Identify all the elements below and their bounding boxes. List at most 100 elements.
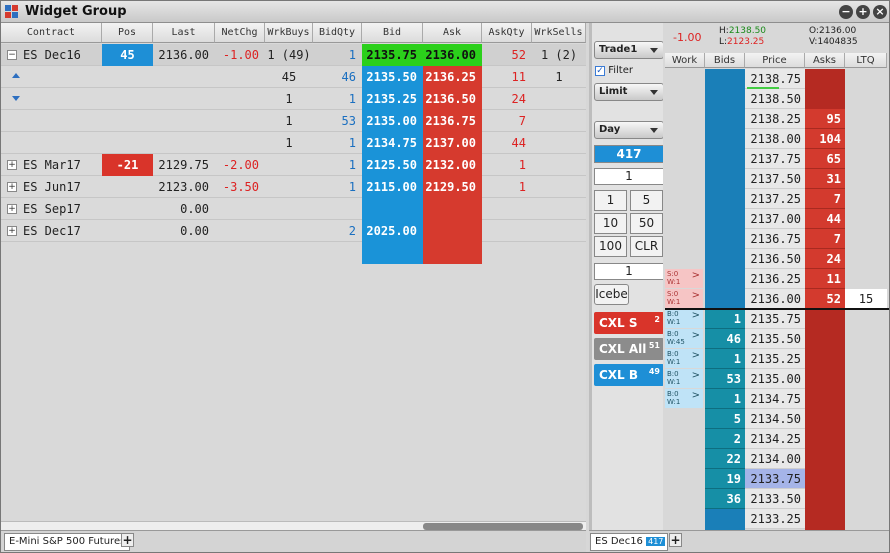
cell-ask[interactable]: 2132.00 [423,154,482,176]
maximize-icon[interactable]: + [856,5,870,19]
ladder-ask-cell[interactable] [805,389,845,409]
ladder-bid-cell[interactable] [705,89,745,109]
ladder-ask-cell[interactable] [805,349,845,369]
qty-button-50[interactable]: 50 [630,213,663,234]
ladder-ask-cell[interactable]: 7 [805,229,845,249]
cell-askqty[interactable] [482,198,532,220]
close-icon[interactable]: × [873,5,887,19]
ladder-ask-cell[interactable]: 95 [805,109,845,129]
ladder-ask-cell[interactable]: 65 [805,149,845,169]
column-header-contract[interactable]: Contract [1,23,102,43]
cell-contract[interactable] [1,132,102,154]
column-header-wrkbuys[interactable]: WrkBuys [265,23,313,43]
cell-bidqty[interactable]: 1 [313,44,362,66]
title-bar[interactable]: Widget Group − + × [1,1,889,23]
column-header-netchg[interactable]: NetChg [215,23,265,43]
ladder-ask-cell[interactable] [805,329,845,349]
qty-button-1[interactable]: 1 [594,190,627,211]
cell-bidqty[interactable]: 1 [313,176,362,198]
ladder-bid-cell[interactable]: 19 [705,469,745,489]
cell-askqty[interactable]: 24 [482,88,532,110]
cancel-sells-button[interactable]: CXL S 2 [594,312,664,334]
scroll-up-icon[interactable] [12,73,20,78]
ladder-ask-cell[interactable] [805,429,845,449]
contract-row[interactable]: ES Mar17 -21 2129.75 -2.00 1 2125.50 2132.00 1 + [1,154,586,176]
cell-askqty[interactable]: 52 [482,44,532,66]
ladder-ask-cell[interactable] [805,369,845,389]
column-header-ask[interactable]: Ask [423,23,482,43]
cell-bid[interactable]: 2125.50 [362,154,423,176]
ladder-ask-cell[interactable]: 24 [805,249,845,269]
scroll-thumb[interactable] [423,523,583,530]
cell-bidqty[interactable]: 46 [313,66,362,88]
cell-bidqty[interactable]: 53 [313,110,362,132]
ladder-bid-cell[interactable]: 53 [705,369,745,389]
ladder-bid-cell[interactable] [705,229,745,249]
tab-emini-sp500[interactable]: E-Mini S&P 500 Futures [4,533,131,551]
column-header-bidqty[interactable]: BidQty [313,23,362,43]
cell-bid[interactable]: 2135.25 [362,88,423,110]
working-order-cell[interactable]: B:0 W:1 > [665,309,703,328]
cell-bid[interactable]: 2025.00 [362,220,423,242]
ladder-ask-cell[interactable] [805,449,845,469]
clear-qty-button[interactable]: CLR [630,236,663,257]
ladder-bid-cell[interactable]: 2 [705,429,745,449]
chevron-right-icon[interactable]: > [692,271,700,281]
depth-row[interactable]: 1 53 2135.00 2136.75 7 [1,110,586,132]
cell-bid[interactable]: 2115.00 [362,176,423,198]
ladder-bid-cell[interactable] [705,129,745,149]
cell-bid[interactable] [362,198,423,220]
depth-row[interactable]: 1 1 2135.25 2136.50 24 [1,88,586,110]
cell-bidqty[interactable]: 2 [313,220,362,242]
chevron-right-icon[interactable]: > [692,291,700,301]
chevron-right-icon[interactable]: > [692,391,700,401]
depth-row[interactable]: 45 46 2135.50 2136.25 11 1 [1,66,586,88]
cell-ask[interactable]: 2129.50 [423,176,482,198]
ladder-bid-cell[interactable] [705,509,745,529]
filter-toggle[interactable]: ✓ Filter [595,65,633,76]
ladder-bid-cell[interactable]: 1 [705,309,745,329]
expand-icon[interactable]: + [7,204,17,214]
cell-ask[interactable]: 2136.75 [423,110,482,132]
chevron-right-icon[interactable]: > [692,331,700,341]
ladder-ask-cell[interactable]: 31 [805,169,845,189]
ladder-ask-cell[interactable] [805,489,845,509]
cell-bid[interactable]: 2134.75 [362,132,423,154]
column-header-askqty[interactable]: AskQty [482,23,532,43]
qty-button-100[interactable]: 100 [594,236,627,257]
cell-ask[interactable] [423,220,482,242]
working-order-cell[interactable]: B:0 W:45 > [665,329,703,348]
ladder-bid-cell[interactable] [705,69,745,89]
expand-icon[interactable]: + [7,226,17,236]
cell-askqty[interactable]: 11 [482,66,532,88]
cell-askqty[interactable]: 7 [482,110,532,132]
cell-ask[interactable]: 2136.00 [423,44,482,66]
column-header-bid[interactable]: Bid [362,23,423,43]
working-order-cell[interactable]: B:0 W:1 > [665,369,703,388]
qty-button-10[interactable]: 10 [594,213,627,234]
disclosed-qty-input[interactable]: 1 [594,263,664,280]
chevron-right-icon[interactable]: > [692,351,700,361]
chevron-right-icon[interactable]: > [692,371,700,381]
cancel-buys-button[interactable]: CXL B 49 [594,364,664,386]
cell-contract[interactable] [1,110,102,132]
cell-bid[interactable]: 2135.75 [362,44,423,66]
cell-askqty[interactable]: 1 [482,154,532,176]
working-order-cell[interactable]: B:0 W:1 > [665,389,703,408]
ladder-bid-cell[interactable]: 1 [705,349,745,369]
order-type-dropdown[interactable]: Limit [594,83,664,101]
tab-es-dec16[interactable]: ES Dec16 417 [590,533,669,551]
depth-row[interactable]: 1 1 2134.75 2137.00 44 [1,132,586,154]
cancel-all-button[interactable]: CXL All 51 [594,338,664,360]
account-dropdown[interactable]: Trade1 [594,41,664,59]
ladder-ask-cell[interactable] [805,469,845,489]
ladder-ask-cell[interactable] [805,69,845,89]
cell-bidqty[interactable]: 1 [313,154,362,176]
ladder-ask-cell[interactable]: 11 [805,269,845,289]
cell-ask[interactable]: 2136.50 [423,88,482,110]
ladder-ask-cell[interactable] [805,509,845,529]
contract-row[interactable]: ES Sep17 0.00 + [1,198,586,220]
iceberg-button[interactable]: Icebe [594,284,629,305]
expand-icon[interactable]: + [7,160,17,170]
ladder-bid-cell[interactable] [705,109,745,129]
